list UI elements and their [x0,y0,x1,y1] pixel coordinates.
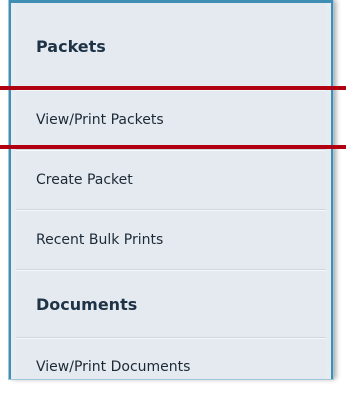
section-header-packets: Packets [16,3,326,90]
menu-item-view-print-packets[interactable]: View/Print Packets [16,91,326,150]
sidebar-panel: Packets View/Print Packets Create Packet… [9,0,333,379]
section-heading: Documents [36,294,138,314]
highlight-line-top [0,86,346,90]
menu-item-create-packet[interactable]: Create Packet [16,151,326,210]
sidebar-menu: Packets View/Print Packets Create Packet… [16,3,326,379]
menu-item-label: View/Print Documents [36,359,191,375]
menu-item-label: Recent Bulk Prints [36,232,164,248]
section-heading: Packets [36,36,106,56]
menu-item-recent-bulk-prints[interactable]: Recent Bulk Prints [16,211,326,270]
menu-item-label: Create Packet [36,172,133,188]
menu-item-label: View/Print Packets [36,112,164,128]
section-header-documents: Documents [16,271,326,338]
highlight-line-bottom [0,145,346,149]
menu-item-view-print-documents[interactable]: View/Print Documents [16,339,326,398]
